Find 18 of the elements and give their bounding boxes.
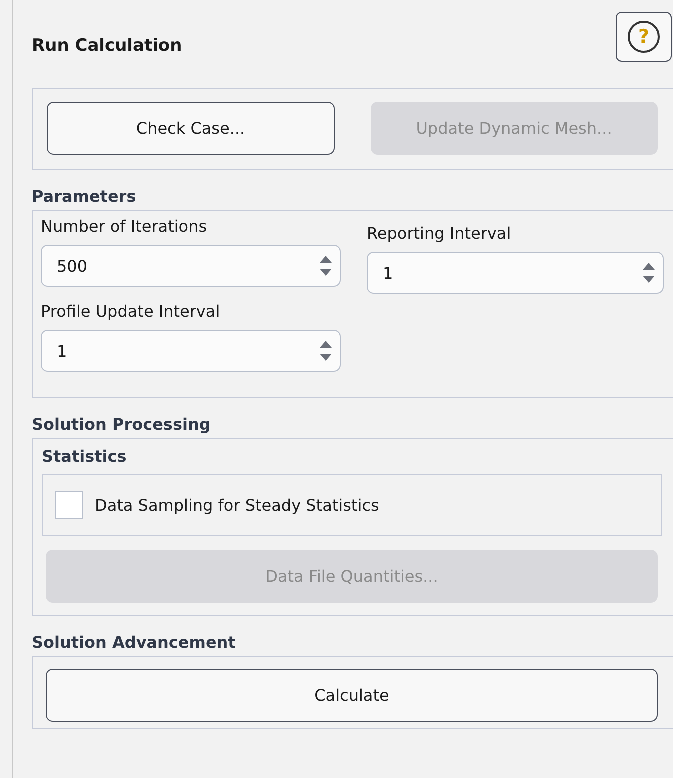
section-heading: Parameters bbox=[32, 186, 138, 208]
field-label: Reporting Interval bbox=[367, 224, 512, 243]
section-heading: Solution Advancement bbox=[32, 632, 237, 654]
number-field[interactable]: 1 bbox=[367, 252, 664, 294]
field-label: Number of Iterations bbox=[41, 217, 208, 236]
panel-title: Run Calculation bbox=[32, 36, 182, 56]
calculate-button[interactable]: Calculate bbox=[46, 669, 658, 722]
field-label: Profile Update Interval bbox=[41, 302, 222, 321]
section-heading: Solution Processing bbox=[32, 414, 212, 436]
number-field[interactable]: 1 bbox=[41, 330, 341, 372]
check-case-button[interactable]: Check Case... bbox=[47, 102, 334, 155]
checkbox[interactable] bbox=[55, 491, 83, 519]
checkbox-label: Data Sampling for Steady Statistics bbox=[95, 496, 380, 514]
number-field[interactable]: 500 bbox=[41, 245, 341, 287]
spinner-arrows-icon[interactable] bbox=[319, 254, 333, 278]
spinner-arrows-icon[interactable] bbox=[319, 339, 333, 363]
group-heading: Statistics bbox=[42, 447, 128, 466]
spinner-arrows-icon[interactable] bbox=[642, 261, 656, 285]
